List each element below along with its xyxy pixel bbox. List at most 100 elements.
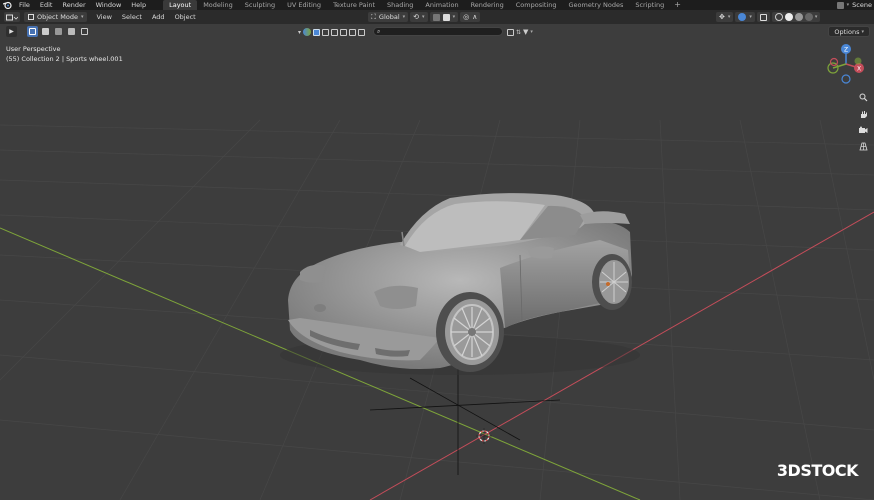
proportional-edit-toggle[interactable]: ◎ ∧: [460, 12, 481, 22]
menu-render[interactable]: Render: [57, 0, 90, 10]
snap-target-icon: [442, 13, 450, 21]
chevron-down-icon: ▾: [727, 14, 731, 20]
menu-object[interactable]: Object: [170, 13, 201, 21]
search-input[interactable]: ⌕: [373, 27, 503, 36]
tab-shading[interactable]: Shading: [381, 0, 419, 10]
camera-icon[interactable]: [857, 124, 869, 136]
chevron-down-icon: ▾: [80, 14, 84, 20]
tab-texture-paint[interactable]: Texture Paint: [327, 0, 381, 10]
filter-light-icon[interactable]: [331, 28, 339, 36]
tab-scripting[interactable]: Scripting: [629, 0, 670, 10]
gizmo-neg-z-axis[interactable]: [841, 74, 851, 84]
add-workspace-button[interactable]: +: [670, 0, 685, 10]
pivot-icon: ⟲: [413, 13, 420, 21]
gizmo-x-label: X: [857, 66, 861, 73]
filter-object-icon[interactable]: [313, 28, 321, 36]
transform-tools: ⛶ Global ▾ ⟲ ▾ ▾ ◎ ∧: [368, 12, 481, 22]
blender-logo-icon[interactable]: [0, 0, 14, 10]
3d-viewport[interactable]: [0, 0, 874, 500]
pivot-dropdown[interactable]: ⟲ ▾: [410, 12, 428, 22]
chevron-down-icon: ▾: [402, 14, 406, 20]
visibility-filters: ▾: [298, 27, 366, 37]
wireframe-shading-icon[interactable]: [774, 13, 783, 21]
scene-icon: [836, 1, 844, 9]
select-invert-tool[interactable]: [66, 26, 77, 37]
shading-modes[interactable]: ▾: [771, 12, 821, 22]
tab-sculpting[interactable]: Sculpting: [239, 0, 281, 10]
menu-edit[interactable]: Edit: [35, 0, 58, 10]
editor-type-icon[interactable]: [4, 12, 20, 22]
transform-orientation-dropdown[interactable]: ⛶ Global ▾: [368, 12, 409, 22]
tab-layout[interactable]: Layout: [163, 0, 198, 10]
solid-shading-icon[interactable]: [784, 13, 793, 21]
chevron-down-icon: ▾: [530, 29, 533, 35]
chevron-down-icon: ▾: [861, 28, 864, 35]
filter-empty-icon[interactable]: [349, 28, 357, 36]
grid-icon[interactable]: [857, 140, 869, 152]
filter-other-icon[interactable]: [358, 28, 366, 36]
menu-view[interactable]: View: [91, 13, 116, 21]
select-subtract-tool[interactable]: [53, 26, 64, 37]
menu-file[interactable]: File: [14, 0, 35, 10]
visibility-icon[interactable]: ▾: [298, 29, 301, 36]
tab-compositing[interactable]: Compositing: [510, 0, 563, 10]
filter-hide-icon[interactable]: [507, 28, 514, 36]
chevron-down-icon: ▾: [422, 14, 425, 20]
play-icon: ▶: [9, 28, 14, 35]
funnel-icon[interactable]: ▼: [523, 28, 528, 36]
filter-mesh-icon[interactable]: [322, 28, 330, 36]
mode-icon: [28, 14, 34, 20]
rear-wheel[interactable]: [592, 254, 632, 310]
gizmo-icon: ✥: [719, 13, 725, 21]
zoom-icon[interactable]: [857, 91, 869, 103]
tab-rendering[interactable]: Rendering: [465, 0, 510, 10]
select-intersect-tool[interactable]: [79, 26, 90, 37]
xray-toggle[interactable]: [756, 12, 770, 22]
gizmo-toggle[interactable]: ✥ ▾: [716, 12, 734, 22]
orientation-label: Global: [378, 13, 400, 21]
options-button[interactable]: Options ▾: [828, 26, 870, 37]
tab-modeling[interactable]: Modeling: [197, 0, 239, 10]
menu-select[interactable]: Select: [117, 13, 147, 21]
filter-sort-icon[interactable]: ⇅: [516, 29, 521, 36]
select-extend-icon: [42, 28, 49, 35]
tab-animation[interactable]: Animation: [419, 0, 464, 10]
select-box-icon: [29, 28, 36, 35]
gizmo-neg-y-axis[interactable]: [854, 57, 862, 65]
material-shading-icon[interactable]: [794, 13, 803, 21]
filter-color-icon[interactable]: [303, 28, 312, 36]
filter-camera-icon[interactable]: [340, 28, 348, 36]
search-icon: ⌕: [377, 27, 381, 35]
proportional-edit-icon: ◎: [463, 13, 470, 21]
snap-icon: [432, 13, 440, 21]
gizmo-z-label: Z: [844, 47, 848, 54]
chevron-down-icon: ▾: [846, 2, 850, 8]
mode-dropdown[interactable]: Object Mode ▾: [24, 12, 88, 22]
snap-toggle[interactable]: ▾: [429, 12, 459, 22]
scene-name: Scene: [852, 1, 872, 9]
gizmo-neg-x-axis[interactable]: [829, 57, 839, 67]
tab-uv-editing[interactable]: UV Editing: [281, 0, 327, 10]
menu-help[interactable]: Help: [126, 0, 151, 10]
tab-geometry-nodes[interactable]: Geometry Nodes: [563, 0, 630, 10]
viewport-info-overlay: User Perspective (55) Collection 2 | Spo…: [6, 44, 123, 64]
viewport-header: Object Mode ▾ View Select Add Object ⛶ G…: [0, 10, 874, 24]
chevron-down-icon: ▾: [814, 14, 818, 20]
rendered-shading-icon[interactable]: [804, 13, 813, 21]
front-wheel[interactable]: [436, 292, 504, 372]
view-name: User Perspective: [6, 45, 61, 53]
menu-add[interactable]: Add: [147, 13, 170, 21]
select-box-tool[interactable]: [27, 26, 38, 37]
workspace-tabs: Layout Modeling Sculpting UV Editing Tex…: [163, 0, 685, 10]
toolbar-toggle-button[interactable]: ▶: [6, 26, 17, 37]
scene-selector[interactable]: ▾ Scene: [836, 0, 874, 10]
pan-icon[interactable]: [857, 108, 869, 120]
viewport-display-tools: ✥ ▾ ▾ ▾: [716, 12, 821, 22]
menu-window[interactable]: Window: [91, 0, 127, 10]
navigation-gizmo[interactable]: Z X: [824, 42, 868, 86]
overlay-toggle[interactable]: ▾: [735, 12, 755, 22]
mode-label: Object Mode: [37, 13, 78, 21]
top-menu-bar: File Edit Render Window Help Layout Mode…: [0, 0, 874, 10]
select-extend-tool[interactable]: [40, 26, 51, 37]
options-label: Options: [834, 27, 860, 36]
